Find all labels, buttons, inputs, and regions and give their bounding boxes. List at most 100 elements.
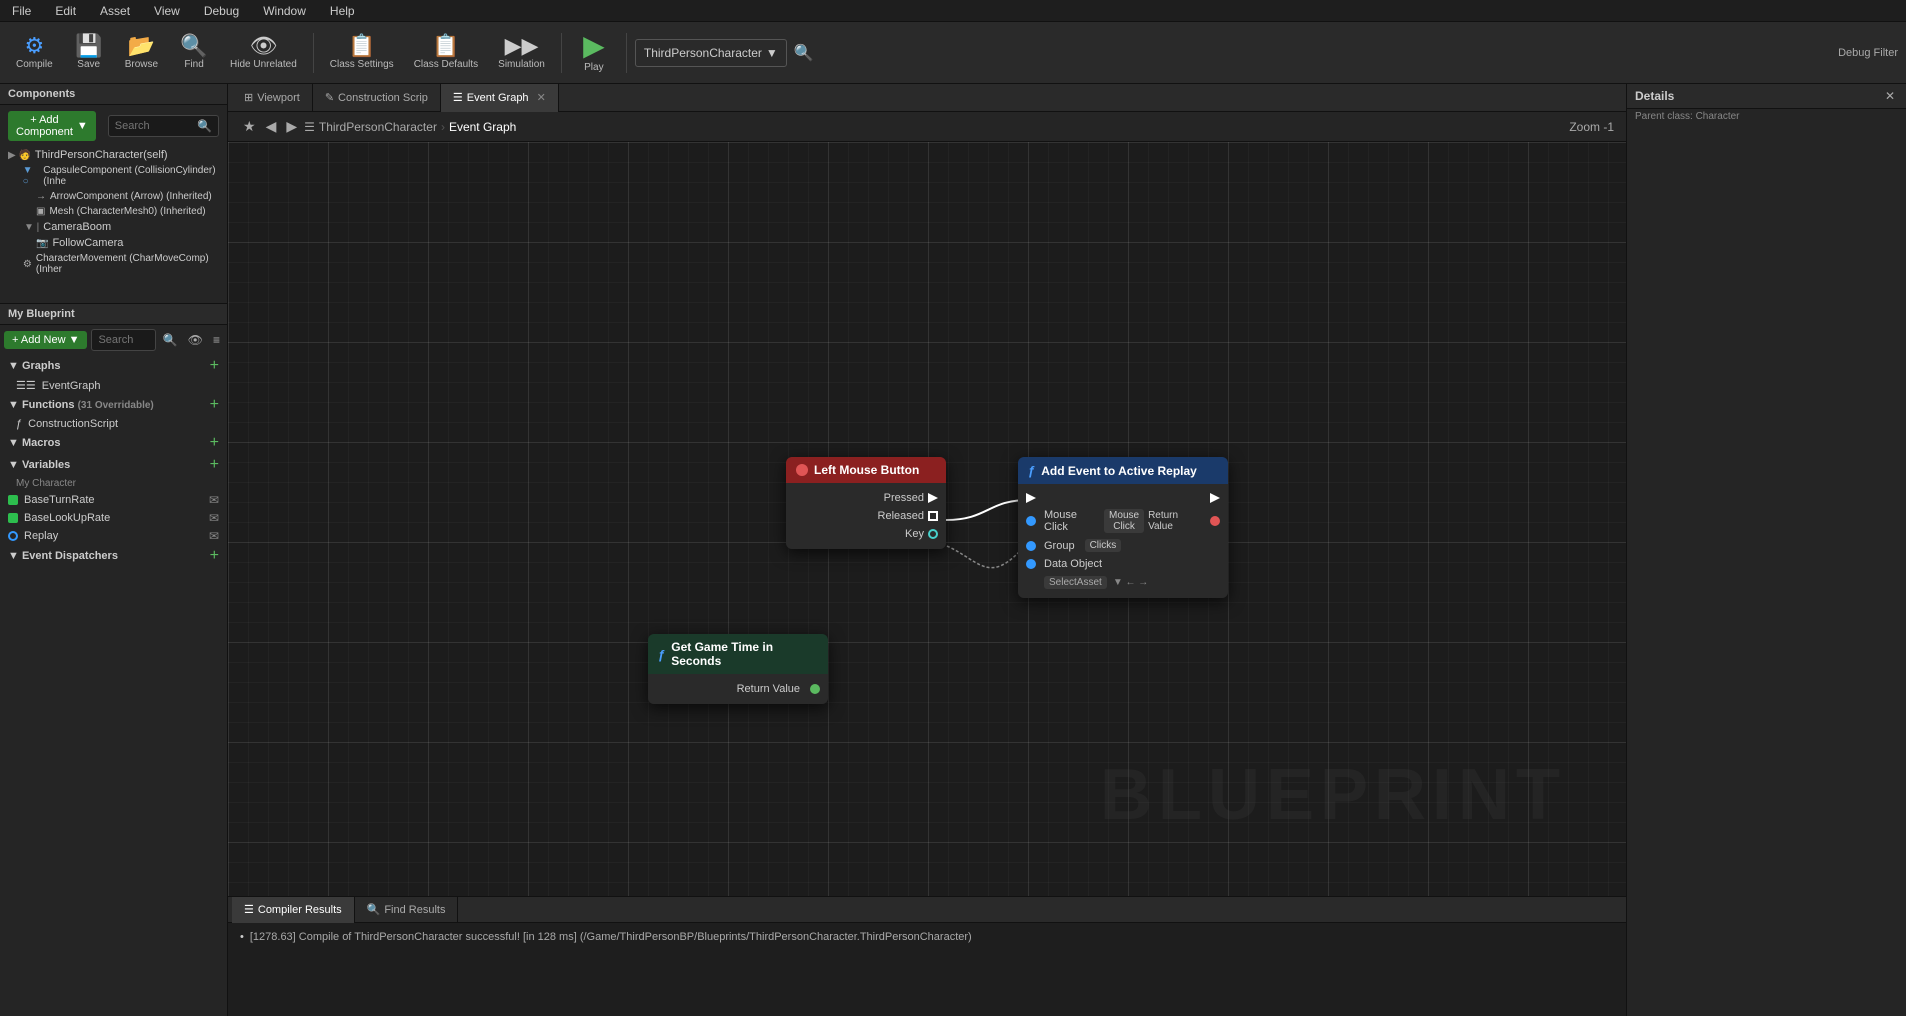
- menu-asset[interactable]: Asset: [96, 4, 134, 18]
- bottom-tabs: ☰ Compiler Results 🔍 Find Results: [228, 897, 1626, 923]
- variables-section-header[interactable]: ▼ Variables +: [0, 454, 227, 476]
- class-settings-button[interactable]: 📋 Class Settings: [322, 26, 402, 80]
- add-macro-button[interactable]: +: [210, 435, 219, 451]
- tab-find-results[interactable]: 🔍 Find Results: [355, 897, 459, 923]
- debug-filter-button[interactable]: Debug Filter: [1838, 47, 1898, 59]
- blueprint-class-selector[interactable]: ThirdPersonCharacter ▼: [635, 39, 787, 67]
- breadcrumb-graph[interactable]: Event Graph: [449, 120, 516, 134]
- node-pin-pressed: Pressed: [786, 489, 946, 507]
- log-text: [1278.63] Compile of ThirdPersonCharacte…: [250, 931, 972, 943]
- pin-gametime-return[interactable]: [810, 684, 820, 694]
- tree-item-cameraboom[interactable]: ▼ | CameraBoom: [0, 219, 227, 235]
- browse-button[interactable]: 📂 Browse: [117, 26, 166, 80]
- compile-button[interactable]: ⚙ Compile: [8, 26, 61, 80]
- add-new-button[interactable]: + Add New ▼: [4, 331, 87, 349]
- play-label: Play: [584, 62, 603, 73]
- main-content-area: ⊞ Viewport ✎ Construction Scrip ☰ Event …: [228, 84, 1906, 1016]
- tab-event-graph[interactable]: ☰ Event Graph ✕: [441, 84, 559, 112]
- graph-event-graph[interactable]: ☰☰ EventGraph: [0, 377, 227, 394]
- compiler-results-icon: ☰: [244, 903, 254, 916]
- add-variable-button[interactable]: +: [210, 457, 219, 473]
- event-graph-tab-icon: ☰: [453, 91, 463, 104]
- tree-item-arrow[interactable]: → ArrowComponent (Arrow) (Inherited): [0, 189, 227, 204]
- add-graph-button[interactable]: +: [210, 358, 219, 374]
- pin-return-value[interactable]: [1210, 516, 1220, 526]
- details-close-button[interactable]: ✕: [1882, 88, 1898, 104]
- construction-script-icon: ƒ: [16, 418, 22, 430]
- macros-section-header[interactable]: ▼ Macros +: [0, 432, 227, 454]
- tab-viewport[interactable]: ⊞ Viewport: [232, 84, 313, 112]
- menu-help[interactable]: Help: [326, 4, 359, 18]
- add-event-dispatcher-button[interactable]: +: [210, 548, 219, 564]
- node-pin-key: Key: [786, 525, 946, 543]
- variable-base-lookup-rate[interactable]: BaseLookUpRate ✉: [0, 509, 227, 527]
- node-event-name-value: Mouse Click: [1104, 509, 1144, 533]
- tab-construction-script[interactable]: ✎ Construction Scrip: [313, 84, 441, 112]
- breadcrumb: ★ ◀ ▶ ☰ ThirdPersonCharacter › Event Gra…: [240, 118, 516, 135]
- pin-exec-in[interactable]: [1026, 493, 1036, 503]
- menu-file[interactable]: File: [8, 4, 35, 18]
- back-button[interactable]: ★: [240, 118, 259, 135]
- class-settings-icon: 📋: [348, 35, 375, 57]
- components-title: Components: [8, 88, 75, 100]
- variable-replay[interactable]: Replay ✉: [0, 527, 227, 545]
- search-blueprint-button[interactable]: 🔍: [791, 42, 817, 64]
- graph-and-right: ⊞ Viewport ✎ Construction Scrip ☰ Event …: [228, 84, 1906, 1016]
- pin-event-name-in[interactable]: [1026, 516, 1036, 526]
- pin-released-out[interactable]: [928, 511, 938, 521]
- pin-key-out[interactable]: [928, 529, 938, 539]
- bottom-panel: ☰ Compiler Results 🔍 Find Results • [127…: [228, 896, 1626, 1016]
- node-gametime[interactable]: ƒ Get Game Time in Seconds Return Value: [648, 634, 828, 704]
- bp-search-input[interactable]: [98, 334, 148, 346]
- node-add-event[interactable]: ƒ Add Event to Active Replay: [1018, 457, 1228, 598]
- functions-section-header[interactable]: ▼ Functions (31 Overridable) +: [0, 394, 227, 416]
- tree-item-charmove[interactable]: ⚙ CharacterMovement (CharMoveComp) (Inhe…: [0, 251, 227, 277]
- add-component-button[interactable]: + Add Component ▼: [8, 111, 96, 141]
- bp-search-row: + Add New ▼ 🔍 👁 ≡: [0, 325, 227, 355]
- data-object-arrows: ▼ ← →: [1113, 577, 1148, 588]
- breadcrumb-class[interactable]: ThirdPersonCharacter: [319, 120, 437, 134]
- separator-2: [561, 33, 562, 73]
- variable-base-turn-rate[interactable]: BaseTurnRate ✉: [0, 491, 227, 509]
- save-button[interactable]: 💾 Save: [65, 26, 113, 80]
- bp-filter-btn[interactable]: 👁: [185, 332, 206, 348]
- node-lmb[interactable]: Left Mouse Button Pressed Released: [786, 457, 946, 549]
- pin-exec-out[interactable]: [1210, 493, 1220, 503]
- tree-item-mesh[interactable]: ▣ Mesh (CharacterMesh0) (Inherited): [0, 204, 227, 219]
- class-defaults-button[interactable]: 📋 Class Defaults: [406, 26, 486, 80]
- menu-edit[interactable]: Edit: [51, 4, 80, 18]
- breadcrumb-back-button[interactable]: ◀: [263, 118, 280, 135]
- simulation-button[interactable]: ▶▶ Simulation: [490, 26, 553, 80]
- pin-group-in[interactable]: [1026, 541, 1036, 551]
- tab-close-icon[interactable]: ✕: [537, 91, 546, 104]
- tab-bar: ⊞ Viewport ✎ Construction Scrip ☰ Event …: [228, 84, 1626, 112]
- menu-debug[interactable]: Debug: [200, 4, 243, 18]
- graph-canvas[interactable]: Left Mouse Button Pressed Released: [228, 142, 1626, 896]
- add-component-arrow: ▼: [77, 120, 88, 132]
- tree-item-capsule[interactable]: ▼ ○ CapsuleComponent (CollisionCylinder)…: [0, 163, 227, 189]
- blueprint-panel: My Blueprint + Add New ▼ 🔍 👁 ≡ ▼ Graphs …: [0, 304, 227, 1016]
- bp-search-icon-btn[interactable]: 🔍: [160, 332, 181, 348]
- pin-pressed-out[interactable]: [928, 493, 938, 503]
- hide-icon: 👁: [249, 35, 277, 57]
- node-data-object-value-row: SelectAsset ▼ ← →: [1018, 573, 1228, 592]
- tree-item-followcamera[interactable]: 📷 FollowCamera: [0, 235, 227, 251]
- components-search-input[interactable]: [115, 120, 193, 132]
- function-construction-script[interactable]: ƒ ConstructionScript: [0, 416, 227, 432]
- menu-window[interactable]: Window: [259, 4, 310, 18]
- bp-settings-btn[interactable]: ≡: [210, 332, 223, 348]
- find-results-icon: 🔍: [367, 903, 381, 916]
- tree-item-self[interactable]: ▶ 🧑 ThirdPersonCharacter(self): [0, 147, 227, 163]
- play-button[interactable]: ▶ Play: [570, 26, 618, 80]
- add-function-button[interactable]: +: [210, 397, 219, 413]
- hide-unrelated-button[interactable]: 👁 Hide Unrelated: [222, 26, 305, 80]
- menu-view[interactable]: View: [150, 4, 184, 18]
- tab-compiler-results[interactable]: ☰ Compiler Results: [232, 897, 355, 923]
- event-dispatchers-section-header[interactable]: ▼ Event Dispatchers +: [0, 545, 227, 567]
- pin-data-object-in[interactable]: [1026, 559, 1036, 569]
- graphs-section-header[interactable]: ▼ Graphs +: [0, 355, 227, 377]
- breadcrumb-forward-button[interactable]: ▶: [283, 118, 300, 135]
- find-button[interactable]: 🔍 Find: [170, 26, 218, 80]
- blueprint-class-name: ThirdPersonCharacter: [644, 46, 762, 60]
- variable-group-my-character: My Character: [0, 476, 227, 491]
